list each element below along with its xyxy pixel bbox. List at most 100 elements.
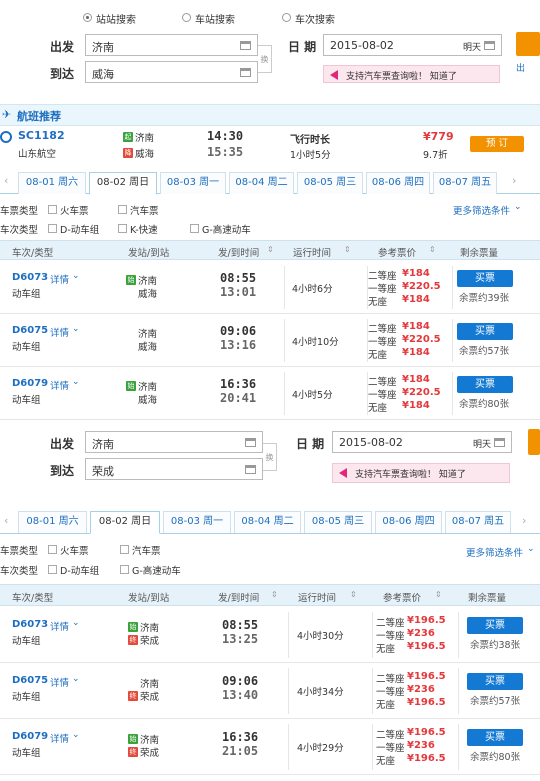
tab-date-0801[interactable]: 08-01 周六 [18, 172, 86, 194]
chevron-down-icon[interactable]: ⌄ [514, 202, 522, 212]
col-times[interactable]: 发/到时间 [218, 590, 259, 604]
train-number[interactable]: D6075 [12, 325, 48, 336]
detail-link[interactable]: 详情 [50, 325, 69, 339]
train-number[interactable]: D6079 [12, 731, 48, 742]
tab-date-0805[interactable]: 08-05 周三 [297, 172, 363, 194]
g-train-checkbox-2[interactable] [120, 565, 129, 574]
train-ticket-checkbox[interactable] [48, 205, 57, 214]
d-train-checkbox[interactable] [48, 224, 57, 233]
notice-dismiss-link-2[interactable]: 知道了 [439, 470, 466, 480]
bus-ticket-checkbox[interactable] [118, 205, 127, 214]
bus-ticket-label[interactable]: 汽车票 [130, 203, 159, 217]
d-train-label-2[interactable]: D-动车组 [60, 563, 99, 577]
sort-icon[interactable]: ⇕ [344, 245, 351, 254]
tab-date-0802[interactable]: 08-02 周日 [90, 511, 160, 534]
col-price[interactable]: 参考票价 [383, 590, 421, 604]
tab-date-0804[interactable]: 08-04 周二 [234, 511, 301, 533]
g-train-checkbox[interactable] [190, 224, 199, 233]
radio-station-to-station[interactable] [83, 13, 92, 22]
train-ticket-label[interactable]: 火车票 [60, 203, 89, 217]
to-input-2[interactable]: 荣成 [85, 458, 263, 480]
date-input-2[interactable]: 2015-08-02 明天 [332, 431, 512, 453]
calendar-icon[interactable] [484, 41, 495, 50]
chevron-down-icon[interactable]: ⌄ [72, 618, 80, 628]
sort-icon[interactable]: ⇕ [429, 245, 436, 254]
buy-ticket-button[interactable]: 买票 [467, 617, 523, 634]
radio-label-station-to-station[interactable]: 站站搜索 [96, 11, 136, 26]
chevron-right-icon[interactable]: › [512, 174, 516, 187]
chevron-left-icon[interactable]: ‹ [4, 174, 8, 187]
tab-date-0806[interactable]: 08-06 周四 [366, 172, 430, 194]
search-button-2[interactable] [528, 429, 540, 455]
chevron-down-icon[interactable]: ⌄ [72, 730, 80, 740]
radio-label-train-search[interactable]: 车次搜索 [295, 11, 335, 26]
buy-ticket-button[interactable]: 买票 [467, 673, 523, 690]
chevron-down-icon[interactable]: ⌄ [527, 544, 535, 554]
train-ticket-checkbox-2[interactable] [48, 545, 57, 554]
g-train-label-2[interactable]: G-高速动车 [132, 563, 181, 577]
detail-link[interactable]: 详情 [50, 731, 69, 745]
train-number[interactable]: D6079 [12, 378, 48, 389]
sort-icon[interactable]: ⇕ [267, 245, 274, 254]
to-input[interactable]: 威海 [85, 61, 258, 83]
buy-ticket-button[interactable]: 买票 [467, 729, 523, 746]
bus-ticket-label-2[interactable]: 汽车票 [132, 543, 161, 557]
more-filters-link[interactable]: 更多筛选条件 [453, 203, 510, 217]
train-number[interactable]: D6073 [12, 619, 48, 630]
tab-date-0802[interactable]: 08-02 周日 [89, 172, 157, 195]
swap-stations-button-2[interactable]: 换 [263, 443, 277, 471]
d-train-label[interactable]: D-动车组 [60, 222, 99, 236]
tab-date-0806[interactable]: 08-06 周四 [375, 511, 442, 533]
k-train-checkbox[interactable] [118, 224, 127, 233]
swap-stations-button[interactable]: 换 [258, 45, 272, 73]
side-link[interactable]: 出 [516, 61, 525, 74]
tab-date-0801[interactable]: 08-01 周六 [18, 511, 87, 533]
detail-link[interactable]: 详情 [50, 675, 69, 689]
station-list-icon[interactable] [245, 465, 256, 474]
detail-link[interactable]: 详情 [50, 378, 69, 392]
chevron-down-icon[interactable]: ⌄ [72, 324, 80, 334]
train-ticket-label-2[interactable]: 火车票 [60, 543, 89, 557]
chevron-down-icon[interactable]: ⌄ [72, 377, 80, 387]
date-input[interactable]: 2015-08-02 明天 [323, 34, 502, 56]
col-price[interactable]: 参考票价 [378, 245, 416, 259]
radio-station-search[interactable] [182, 13, 191, 22]
col-duration[interactable]: 运行时间 [293, 245, 331, 259]
station-list-icon[interactable] [245, 438, 256, 447]
col-duration[interactable]: 运行时间 [298, 590, 336, 604]
book-flight-button[interactable]: 预 订 [470, 136, 524, 152]
sort-icon[interactable]: ⇕ [271, 590, 278, 599]
chevron-left-icon[interactable]: ‹ [4, 514, 8, 527]
tab-date-0805[interactable]: 08-05 周三 [304, 511, 372, 533]
detail-link[interactable]: 详情 [50, 272, 69, 286]
tab-date-0804[interactable]: 08-04 周二 [229, 172, 294, 194]
tab-date-0807[interactable]: 08-07 周五 [445, 511, 511, 533]
tab-date-0807[interactable]: 08-07 周五 [433, 172, 497, 194]
radio-train-search[interactable] [282, 13, 291, 22]
chevron-down-icon[interactable]: ⌄ [72, 674, 80, 684]
notice-dismiss-link[interactable]: 知道了 [430, 72, 457, 82]
chevron-right-icon[interactable]: › [522, 514, 526, 527]
station-list-icon[interactable] [240, 68, 251, 77]
from-input-2[interactable]: 济南 [85, 431, 263, 453]
chevron-down-icon[interactable]: ⌄ [72, 271, 80, 281]
train-number[interactable]: D6075 [12, 675, 48, 686]
train-number[interactable]: D6073 [12, 272, 48, 283]
detail-link[interactable]: 详情 [50, 619, 69, 633]
buy-ticket-button[interactable]: 买票 [457, 269, 513, 287]
flight-number[interactable]: SC1182 [18, 129, 65, 142]
buy-ticket-button[interactable]: 买票 [457, 375, 513, 393]
g-train-label[interactable]: G-高速动车 [202, 222, 251, 236]
from-input[interactable]: 济南 [85, 34, 258, 56]
col-times[interactable]: 发/到时间 [218, 245, 259, 259]
tab-date-0803[interactable]: 08-03 周一 [163, 511, 231, 533]
search-button[interactable] [516, 32, 540, 56]
bus-ticket-checkbox-2[interactable] [120, 545, 129, 554]
more-filters-link-2[interactable]: 更多筛选条件 [466, 545, 523, 559]
radio-label-station-search[interactable]: 车站搜索 [195, 11, 235, 26]
tab-date-0803[interactable]: 08-03 周一 [160, 172, 226, 194]
k-train-label[interactable]: K-快速 [130, 222, 158, 236]
d-train-checkbox-2[interactable] [48, 565, 57, 574]
sort-icon[interactable]: ⇕ [350, 590, 357, 599]
buy-ticket-button[interactable]: 买票 [457, 322, 513, 340]
